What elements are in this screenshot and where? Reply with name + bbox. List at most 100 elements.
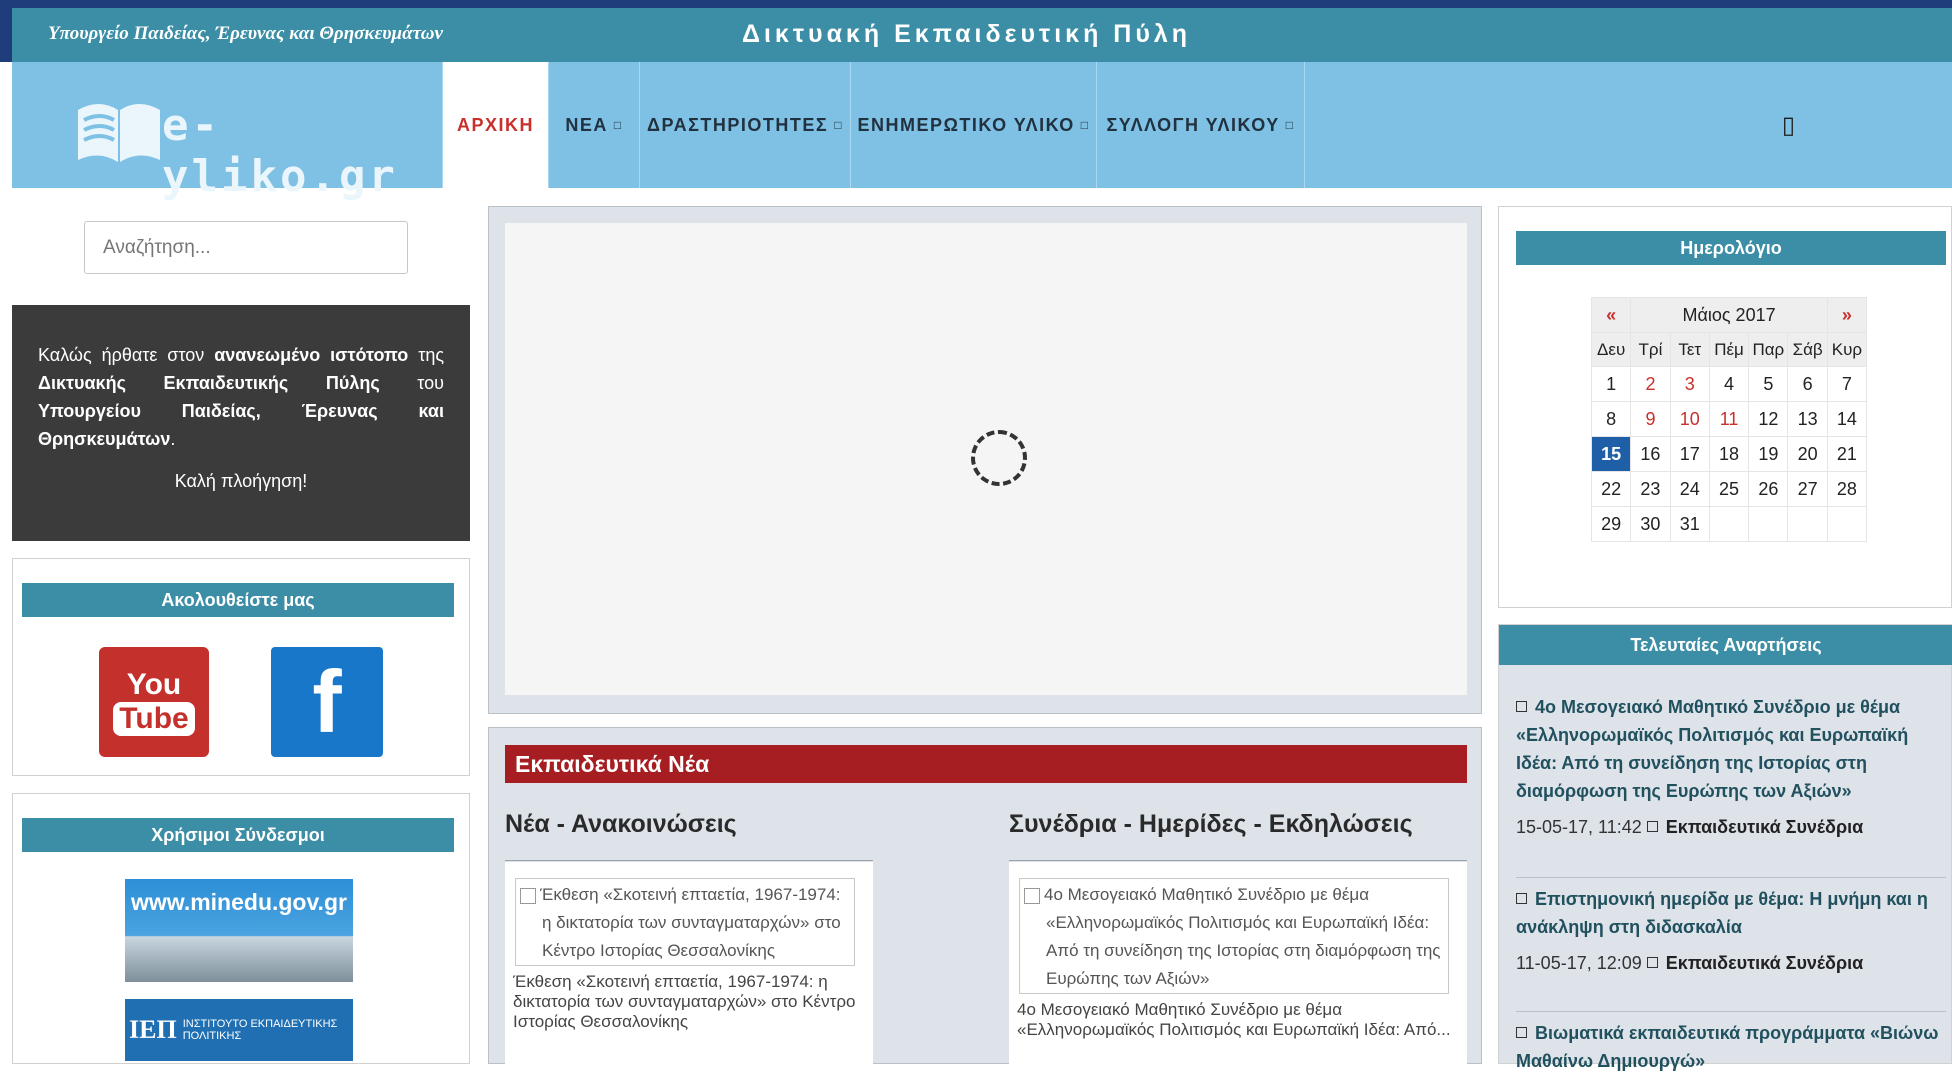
calendar-day[interactable]: 20 [1787, 436, 1828, 472]
post-item: 4ο Μεσογειακό Μαθητικό Συνέδριο με θέμα … [1516, 693, 1946, 838]
weekday-label: Παρ [1748, 332, 1789, 367]
calendar-day[interactable]: 18 [1708, 436, 1750, 472]
main-navigation: e-yliko.gr ΑΡΧΙΚΗ ΝΕΑ □ ΔΡΑΣΤΗΡΙΟΤΗΤΕΣ □… [12, 62, 1952, 202]
post-title-link[interactable]: Βιωματικά εκπαιδευτικά προγράμματα «Βιών… [1516, 1019, 1946, 1075]
calendar-day[interactable]: 25 [1708, 471, 1750, 507]
calendar-day[interactable]: 15 [1590, 436, 1632, 472]
calendar-empty-cell [1787, 506, 1828, 542]
nav-item-news[interactable]: ΝΕΑ □ [548, 62, 639, 188]
image-slider [488, 206, 1482, 714]
site-logo[interactable]: e-yliko.gr [74, 80, 414, 202]
divider [1009, 860, 1467, 861]
calendar-day[interactable]: 3 [1669, 366, 1710, 402]
announcements-title[interactable]: Νέα - Ανακοινώσεις [505, 810, 737, 839]
calendar-day[interactable]: 21 [1826, 436, 1868, 472]
weekday-label: Τρί [1630, 332, 1671, 367]
post-title-link[interactable]: 4ο Μεσογειακό Μαθητικό Συνέδριο με θέμα … [1516, 693, 1946, 805]
folder-icon [1646, 821, 1658, 832]
calendar-grid: « Μάιος 2017 » Δευ Τρί Τετ Πέμ Παρ Σάβ Κυρ 123… [1590, 297, 1868, 542]
calendar-day[interactable]: 13 [1787, 401, 1828, 437]
calendar-day[interactable]: 12 [1748, 401, 1789, 437]
post-icon [1516, 701, 1527, 712]
post-title-link[interactable]: Επιστημονική ημερίδα με θέμα: Η μνήμη κα… [1516, 885, 1946, 941]
calendar-day[interactable]: 6 [1787, 366, 1828, 402]
youtube-icon[interactable]: You Tube [99, 647, 209, 757]
calendar-day[interactable]: 9 [1630, 401, 1671, 437]
calendar-day[interactable]: 4 [1708, 366, 1750, 402]
calendar-empty-cell [1826, 506, 1868, 542]
dropdown-caret-icon: □ [834, 118, 843, 132]
dropdown-caret-icon: □ [1285, 118, 1295, 132]
folder-icon [1646, 957, 1658, 968]
search-input[interactable] [84, 221, 408, 274]
calendar-day[interactable]: 1 [1590, 366, 1632, 402]
calendar-day[interactable]: 30 [1630, 506, 1671, 542]
facebook-icon[interactable]: f [271, 647, 383, 757]
nav-label: ΣΥΛΛΟΓΗ ΥΛΙΚΟΥ [1106, 114, 1280, 135]
divider [1516, 877, 1946, 878]
news-image[interactable]: Έκθεση «Σκοτεινή επταετία, 1967-1974: η … [515, 878, 855, 966]
latest-posts-panel: Τελευταίες Αναρτήσεις 4ο Μεσογειακό Μαθη… [1498, 624, 1952, 1071]
calendar-next-button[interactable]: » [1826, 297, 1868, 333]
calendar-day[interactable]: 24 [1669, 471, 1710, 507]
calendar-day[interactable]: 27 [1787, 471, 1828, 507]
nav-item-info-material[interactable]: ΕΝΗΜΕΡΩΤΙΚΟ ΥΛΙΚΟ □ [850, 62, 1096, 188]
news-summary[interactable]: 4ο Μεσογειακό Μαθητικό Συνέδριο με θέμα … [1017, 1000, 1457, 1040]
weekday-label: Σάβ [1787, 332, 1828, 367]
calendar-day[interactable]: 17 [1669, 436, 1710, 472]
calendar-day[interactable]: 16 [1630, 436, 1671, 472]
weekday-label: Κυρ [1826, 332, 1868, 367]
calendar-day[interactable]: 31 [1669, 506, 1710, 542]
minedu-link-banner[interactable]: www.minedu.gov.gr [125, 879, 353, 982]
calendar-day[interactable]: 29 [1590, 506, 1632, 542]
calendar-day[interactable]: 22 [1590, 471, 1632, 507]
portal-title: Δικτυακή Εκπαιδευτική Πύλη [742, 20, 1192, 48]
calendar-day[interactable]: 14 [1826, 401, 1868, 437]
weekday-label: Τετ [1669, 332, 1710, 367]
post-meta: 15-05-17, 11:42 Εκπαιδευτικά Συνέδρια [1516, 817, 1864, 837]
calendar-day[interactable]: 10 [1669, 401, 1710, 437]
ministry-name[interactable]: Υπουργείο Παιδείας, Έρευνας και Θρησκευμ… [48, 23, 443, 45]
divider [1516, 1011, 1946, 1012]
news-image[interactable]: 4ο Μεσογειακό Μαθητικό Συνέδριο με θέμα … [1019, 878, 1449, 994]
post-icon [1516, 1027, 1527, 1038]
dropdown-caret-icon: □ [1080, 118, 1090, 132]
calendar-day[interactable]: 8 [1590, 401, 1632, 437]
loading-spinner-icon [971, 430, 1027, 486]
calendar-empty-cell [1708, 506, 1750, 542]
news-summary[interactable]: Έκθεση «Σκοτεινή επταετία, 1967-1974: η … [513, 972, 873, 1032]
calendar-day[interactable]: 7 [1826, 366, 1868, 402]
nav-label: ΔΡΑΣΤΗΡΙΟΤΗΤΕΣ [647, 114, 829, 135]
slider-viewport [505, 223, 1467, 695]
educational-news-section: Εκπαιδευτικά Νέα Νέα - Ανακοινώσεις Έκθε… [488, 727, 1482, 1065]
calendar-day[interactable]: 23 [1630, 471, 1671, 507]
news-card[interactable]: Έκθεση «Σκοτεινή επταετία, 1967-1974: η … [505, 862, 873, 1065]
calendar-prev-button[interactable]: « [1590, 297, 1632, 333]
nav-label: ΑΡΧΙΚΗ [456, 114, 534, 135]
calendar-day[interactable]: 11 [1708, 401, 1750, 437]
nav-item-activities[interactable]: ΔΡΑΣΤΗΡΙΟΤΗΤΕΣ □ [639, 62, 850, 188]
post-category-link[interactable]: Εκπαιδευτικά Συνέδρια [1666, 817, 1863, 837]
post-category-link[interactable]: Εκπαιδευτικά Συνέδρια [1666, 953, 1863, 973]
nav-item-material-collection[interactable]: ΣΥΛΛΟΓΗ ΥΛΙΚΟΥ □ [1096, 62, 1304, 188]
nav-search-button[interactable]: ▯ [1304, 62, 1952, 188]
minedu-link-text: www.minedu.gov.gr [131, 889, 347, 915]
conferences-title[interactable]: Συνέδρια - Ημερίδες - Εκδηλώσεις [1009, 810, 1413, 839]
weekday-label: Πέμ [1708, 332, 1750, 367]
calendar-day[interactable]: 28 [1826, 471, 1868, 507]
calendar-day[interactable]: 26 [1748, 471, 1789, 507]
ministry-bar: Υπουργείο Παιδείας, Έρευνας και Θρησκευμ… [12, 8, 1952, 62]
calendar-day[interactable]: 2 [1630, 366, 1671, 402]
news-header: Εκπαιδευτικά Νέα [505, 745, 1467, 783]
welcome-box: Καλώς ήρθατε στον ανανεωμένο ιστότοπο τη… [12, 305, 470, 541]
useful-links-panel: Χρήσιμοι Σύνδεσμοι www.minedu.gov.gr ΙΕΠ… [12, 793, 470, 1064]
logo-text: e-yliko.gr [162, 100, 398, 202]
iep-link-banner[interactable]: ΙΕΠ ΙΝΣΤΙΤΟΥΤΟ ΕΚΠΑΙΔΕΥΤΙΚΗΣ ΠΟΛΙΤΙΚΗΣ [125, 999, 353, 1061]
search-icon: ▯ [1781, 111, 1796, 139]
post-item: Βιωματικά εκπαιδευτικά προγράμματα «Βιών… [1516, 1019, 1946, 1075]
news-card[interactable]: 4ο Μεσογειακό Μαθητικό Συνέδριο με θέμα … [1009, 862, 1467, 1065]
useful-links-title: Χρήσιμοι Σύνδεσμοι [22, 818, 454, 852]
calendar-day[interactable]: 5 [1748, 366, 1789, 402]
calendar-day[interactable]: 19 [1748, 436, 1789, 472]
nav-item-home[interactable]: ΑΡΧΙΚΗ [442, 62, 548, 188]
